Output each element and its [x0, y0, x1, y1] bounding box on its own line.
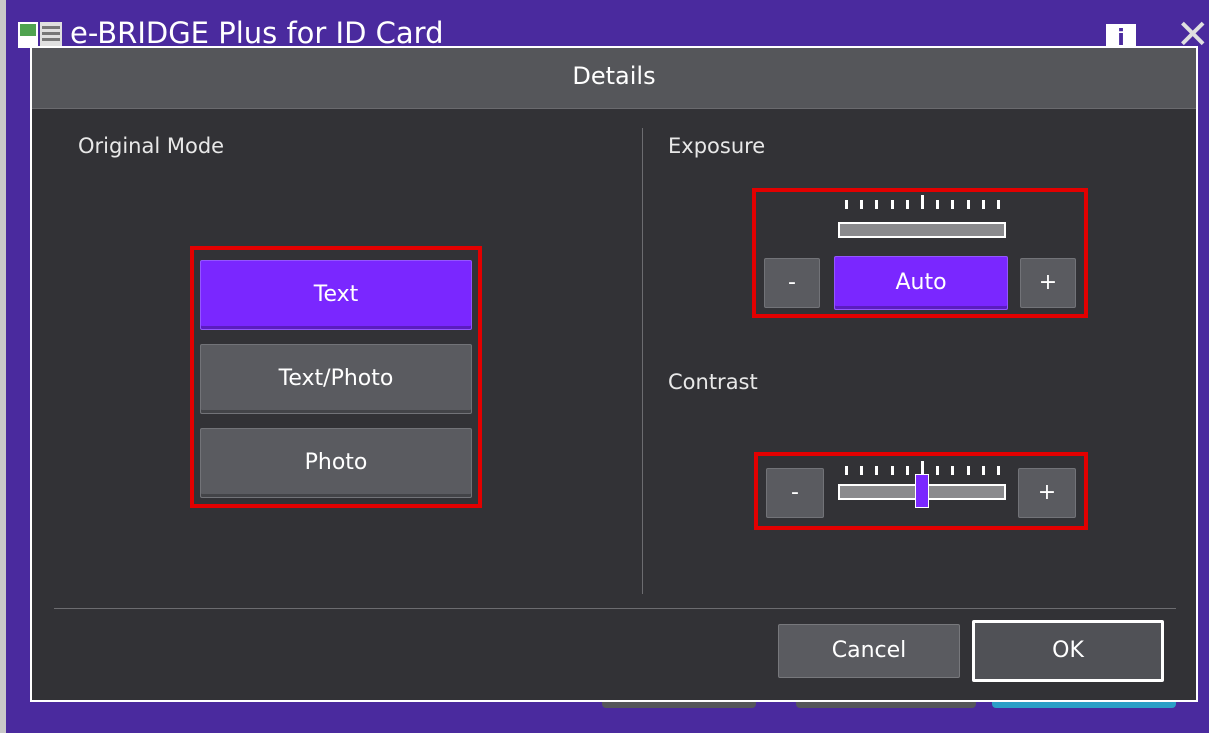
scale-tick — [890, 466, 894, 475]
scale-tick — [845, 466, 848, 475]
scale-tick — [921, 195, 924, 209]
scale-tick — [936, 466, 940, 475]
contrast-decrease-button[interactable]: - — [766, 468, 824, 518]
contrast-increase-button[interactable]: + — [1018, 468, 1076, 518]
scale-tick — [905, 466, 909, 475]
exposure-track — [838, 222, 1006, 238]
dialog-header: Details — [32, 48, 1196, 109]
cancel-button[interactable]: Cancel — [778, 624, 960, 678]
exposure-label: Exposure — [668, 134, 766, 158]
contrast-slider-thumb[interactable] — [915, 474, 929, 508]
ok-button[interactable]: OK — [972, 620, 1164, 682]
scale-tick — [875, 200, 879, 209]
text-photo-mode-button[interactable]: Text/Photo — [200, 344, 472, 414]
text-mode-button[interactable]: Text — [200, 260, 472, 330]
scale-tick — [966, 200, 970, 209]
scale-tick — [875, 466, 879, 475]
exposure-increase-button[interactable]: + — [1020, 258, 1076, 308]
original-mode-label: Original Mode — [78, 134, 225, 158]
exposure-decrease-button[interactable]: - — [764, 258, 820, 308]
scale-tick — [845, 200, 848, 209]
contrast-label: Contrast — [668, 370, 758, 394]
exposure-auto-button[interactable]: Auto — [834, 256, 1008, 310]
photo-mode-button[interactable]: Photo — [200, 428, 472, 498]
details-dialog: Details Original Mode Text Text/Photo Ph… — [30, 46, 1198, 702]
scale-tick — [981, 466, 985, 475]
scale-tick — [890, 200, 894, 209]
scale-tick — [981, 200, 985, 209]
scale-tick — [951, 200, 955, 209]
vertical-divider — [642, 128, 643, 594]
contrast-slider[interactable] — [838, 461, 1006, 516]
exposure-scale — [838, 195, 1006, 244]
scale-tick — [951, 466, 955, 475]
scale-tick — [860, 200, 864, 209]
scale-tick — [936, 200, 940, 209]
scale-tick — [905, 200, 909, 209]
footer-divider — [54, 608, 1176, 609]
scale-tick — [921, 461, 924, 475]
scale-tick — [997, 466, 1000, 475]
app-title-bar: e-BRIDGE Plus for ID Card i ✕ — [6, 0, 1209, 58]
scale-tick — [997, 200, 1000, 209]
app-title: e-BRIDGE Plus for ID Card — [70, 16, 444, 50]
scale-tick — [966, 466, 970, 475]
dialog-title: Details — [572, 62, 656, 90]
scale-tick — [860, 466, 864, 475]
